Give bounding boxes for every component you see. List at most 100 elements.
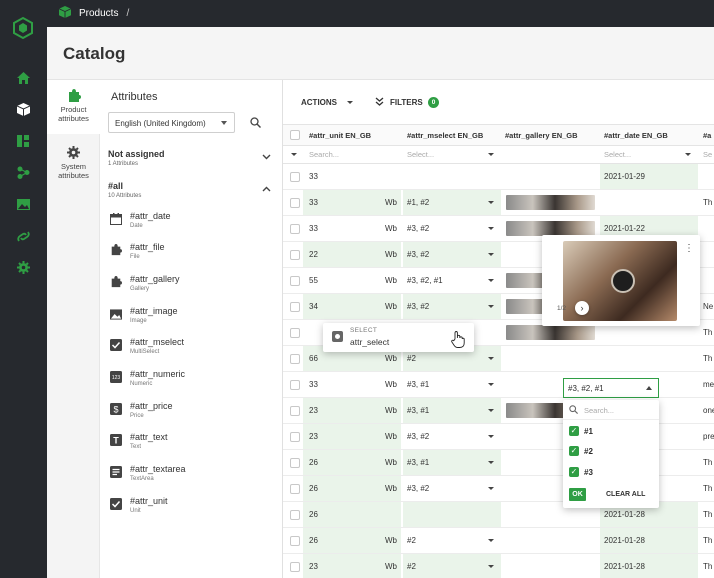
link-icon[interactable] <box>13 226 33 246</box>
row-checkbox[interactable] <box>290 328 300 338</box>
mselect-cell[interactable]: #1, #2 <box>403 190 501 215</box>
table-row[interactable]: 33 2021-01-29 <box>283 164 714 190</box>
table-row[interactable]: 23 Wb #2 2021-01-28 Th <box>283 554 714 578</box>
chevron-down-icon[interactable] <box>262 152 271 163</box>
unit-cell[interactable]: 26 Wb <box>303 450 401 475</box>
extra-cell[interactable]: Th <box>703 502 714 527</box>
mselect-option-1[interactable]: ✓ #1 <box>563 421 659 441</box>
filters-button[interactable]: FILTERS 0 <box>375 97 445 109</box>
filter-input-extra[interactable]: Se <box>703 146 714 163</box>
extra-cell[interactable]: me <box>703 372 714 397</box>
unit-cell[interactable]: 26 Wb <box>303 476 401 501</box>
mselect-cell[interactable]: #3, #2 <box>403 476 501 501</box>
extra-cell[interactable]: Th <box>703 346 714 371</box>
image-icon[interactable] <box>13 194 33 214</box>
mselect-cell[interactable] <box>403 502 501 527</box>
unit-cell[interactable]: 33 Wb <box>303 190 401 215</box>
column-header-gallery[interactable]: #attr_gallery EN_GB <box>505 125 600 145</box>
filter-input-unit[interactable]: Search... <box>309 146 399 163</box>
group-all[interactable]: #all 10 Attributes <box>108 181 141 199</box>
gallery-thumbnail[interactable] <box>506 325 595 340</box>
row-checkbox[interactable] <box>290 510 300 520</box>
date-cell[interactable]: 2021-01-28 <box>600 528 698 553</box>
search-icon[interactable] <box>250 117 261 130</box>
unit-cell[interactable]: 26 Wb <box>303 528 401 553</box>
unit-cell[interactable]: 26 <box>303 502 401 527</box>
column-header-extra[interactable]: #a <box>703 125 714 145</box>
mselect-option-2[interactable]: ✓ #2 <box>563 441 659 461</box>
mselect-cell[interactable]: #3, #1 <box>403 398 501 423</box>
mselect-cell[interactable]: #3, #1 <box>403 372 501 397</box>
extra-cell[interactable]: Th <box>703 190 714 215</box>
extra-cell[interactable] <box>703 216 714 241</box>
unit-cell[interactable]: 33 <box>303 164 401 189</box>
unit-cell[interactable]: 33 Wb <box>303 372 401 397</box>
products-cube-icon[interactable] <box>13 99 33 119</box>
extra-cell[interactable]: one <box>703 398 714 423</box>
unit-cell[interactable]: 23 Wb <box>303 398 401 423</box>
unit-cell[interactable]: 23 Wb <box>303 424 401 449</box>
extra-cell[interactable]: pre <box>703 424 714 449</box>
tab-system-attributes[interactable]: System attributes <box>47 142 100 192</box>
mselect-option-3[interactable]: ✓ #3 <box>563 462 659 482</box>
tab-product-attributes[interactable]: Product attributes <box>47 80 100 134</box>
row-checkbox[interactable] <box>290 484 300 494</box>
row-checkbox[interactable] <box>290 458 300 468</box>
mselect-cell[interactable]: #3, #2 <box>403 242 501 267</box>
breadcrumb-products[interactable]: Products <box>79 8 118 19</box>
ok-button[interactable]: OK <box>569 488 586 501</box>
dashboard-icon[interactable] <box>13 131 33 151</box>
mselect-cell[interactable] <box>403 164 501 189</box>
row-checkbox[interactable] <box>290 536 300 546</box>
logo-icon[interactable] <box>10 15 36 41</box>
date-cell[interactable]: 2021-01-28 <box>600 554 698 578</box>
date-cell[interactable]: 2021-01-29 <box>600 164 698 189</box>
extra-cell[interactable]: Th <box>703 476 714 501</box>
extra-cell[interactable] <box>703 164 714 189</box>
row-checkbox[interactable] <box>290 406 300 416</box>
row-checkbox[interactable] <box>290 302 300 312</box>
unit-cell[interactable]: 55 Wb <box>303 268 401 293</box>
mselect-cell[interactable]: #3, #2 <box>403 216 501 241</box>
mselect-cell[interactable]: #3, #2 <box>403 424 501 449</box>
extra-cell[interactable]: Th <box>703 554 714 578</box>
row-checkbox[interactable] <box>290 380 300 390</box>
column-header-unit[interactable]: #attr_unit EN_GB <box>309 125 404 145</box>
column-header-date[interactable]: #attr_date EN_GB <box>604 125 699 145</box>
mselect-cell[interactable]: #3, #2, #1 <box>403 268 501 293</box>
row-checkbox[interactable] <box>290 198 300 208</box>
language-select[interactable]: English (United Kingdom) <box>108 112 235 133</box>
actions-button[interactable]: ACTIONS <box>301 98 353 107</box>
clear-all-button[interactable]: CLEAR ALL <box>606 491 645 498</box>
filter-select-date[interactable]: Select... <box>604 146 694 163</box>
mselect-cell[interactable]: #3, #2 <box>403 294 501 319</box>
mselect-cell[interactable]: #3, #1 <box>403 450 501 475</box>
unit-cell[interactable]: 33 Wb <box>303 216 401 241</box>
row-checkbox[interactable] <box>290 172 300 182</box>
select-all-checkbox[interactable] <box>290 130 300 140</box>
settings-icon[interactable] <box>13 257 33 277</box>
unit-cell[interactable]: 23 Wb <box>303 554 401 578</box>
extra-cell[interactable] <box>703 242 714 267</box>
mselect-editor-input[interactable]: #3, #2, #1 <box>563 378 659 398</box>
table-row[interactable]: 26 Wb #2 2021-01-28 Th <box>283 528 714 554</box>
row-checkbox[interactable] <box>290 224 300 234</box>
gallery-thumbnail[interactable] <box>506 195 595 210</box>
chevron-down-icon[interactable] <box>291 153 297 156</box>
next-image-button[interactable]: › <box>575 301 589 315</box>
mselect-search[interactable]: Search... <box>563 400 659 420</box>
unit-cell[interactable]: 34 Wb <box>303 294 401 319</box>
chevron-up-icon[interactable] <box>262 184 271 195</box>
extra-cell[interactable]: Ne <box>703 294 714 319</box>
extra-cell[interactable] <box>703 268 714 293</box>
row-checkbox[interactable] <box>290 432 300 442</box>
date-cell[interactable] <box>600 346 698 371</box>
column-header-mselect[interactable]: #attr_mselect EN_GB <box>407 125 502 145</box>
row-checkbox[interactable] <box>290 562 300 572</box>
unit-cell[interactable]: 22 Wb <box>303 242 401 267</box>
table-row[interactable]: 33 Wb #1, #2 Th <box>283 190 714 216</box>
mselect-cell[interactable]: #2 <box>403 528 501 553</box>
more-vertical-icon[interactable]: ⋮ <box>684 243 694 254</box>
filter-select-mselect[interactable]: Select... <box>407 146 497 163</box>
extra-cell[interactable]: Th <box>703 528 714 553</box>
